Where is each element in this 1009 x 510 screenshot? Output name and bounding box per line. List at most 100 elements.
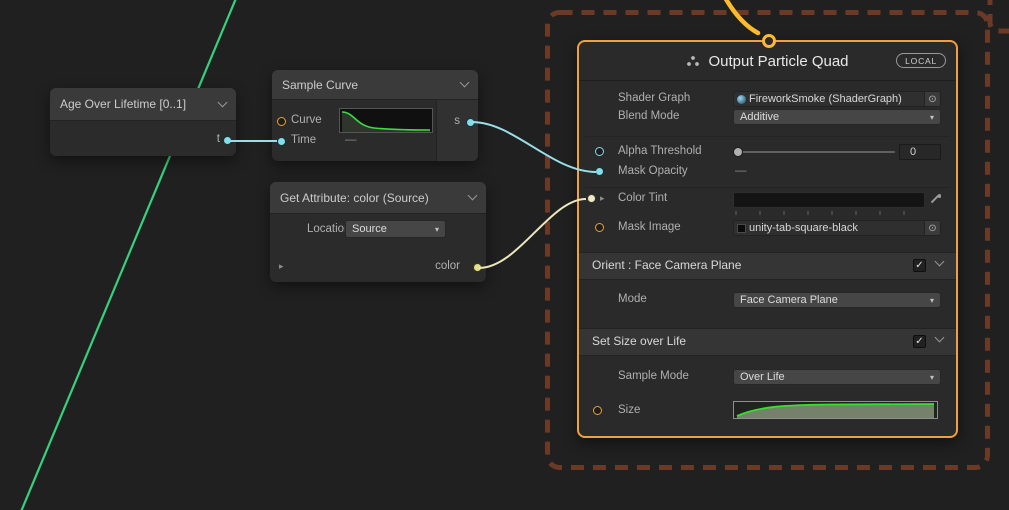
port-size-input[interactable] [593, 406, 602, 415]
size-curve-field[interactable] [733, 401, 938, 419]
size-label: Size [618, 404, 640, 416]
section-orient-header[interactable]: Orient : Face Camera Plane ✓ [579, 252, 956, 280]
location-label: Location [307, 223, 350, 235]
chevron-down-icon[interactable] [468, 191, 478, 201]
expander-icon[interactable]: ▸ [600, 193, 605, 204]
port-color-output[interactable] [473, 263, 482, 272]
port-mask-opacity-input[interactable] [595, 167, 604, 176]
node-header[interactable]: Sample Curve [272, 70, 478, 100]
node-header[interactable]: Age Over Lifetime [0..1] [50, 88, 236, 121]
row-alpha-threshold: Alpha Threshold 0 [579, 144, 956, 160]
time-label: Time [291, 134, 316, 146]
orient-enabled-checkbox[interactable]: ✓ [913, 259, 926, 272]
mask-image-label: Mask Image [618, 221, 681, 233]
expander-icon[interactable]: ▸ [279, 261, 284, 272]
output-label-s: s [454, 115, 460, 127]
orient-mode-value: Face Camera Plane [740, 294, 926, 306]
port-s-output[interactable] [466, 118, 475, 127]
blend-mode-label: Blend Mode [618, 110, 679, 122]
dropdown-arrow-icon: ▾ [930, 373, 934, 382]
location-value: Source [352, 223, 431, 235]
section-size-header[interactable]: Set Size over Life ✓ [579, 328, 956, 356]
chevron-down-icon[interactable] [460, 78, 470, 88]
row-size: Size [579, 401, 956, 419]
port-time-input[interactable] [277, 137, 286, 146]
color-tint-label: Color Tint [618, 192, 667, 204]
object-picker-icon[interactable]: ⊙ [924, 92, 940, 106]
shader-graph-value: FireworkSmoke (ShaderGraph) [746, 93, 924, 105]
sample-mode-dropdown[interactable]: Over Life ▾ [733, 369, 941, 385]
shader-graph-object-field[interactable]: FireworkSmoke (ShaderGraph) ⊙ [733, 91, 941, 107]
alpha-threshold-slider-track[interactable] [737, 151, 895, 153]
row-blend-mode: Blend Mode Additive ▾ [579, 109, 956, 125]
context-title-bar[interactable]: Output Particle Quad LOCAL [579, 42, 956, 81]
mask-image-value: unity-tab-square-black [746, 222, 924, 234]
mask-image-object-field[interactable]: unity-tab-square-black ⊙ [733, 220, 941, 236]
output-column [436, 100, 478, 161]
port-alpha-threshold-input[interactable] [595, 147, 604, 156]
blend-mode-dropdown[interactable]: Additive ▾ [733, 109, 941, 125]
size-curve-preview [734, 402, 937, 418]
location-dropdown[interactable]: Source ▾ [345, 220, 446, 238]
node-sample-curve[interactable]: Sample Curve Curve Time — s [272, 70, 478, 161]
sample-mode-label: Sample Mode [618, 370, 689, 382]
dropdown-arrow-icon: ▾ [930, 296, 934, 305]
shadergraph-icon [737, 95, 746, 104]
output-label-t: t [217, 133, 220, 145]
dropdown-arrow-icon: ▾ [435, 225, 439, 234]
mask-opacity-value: — [735, 165, 747, 177]
alpha-threshold-field[interactable]: 0 [899, 144, 941, 160]
node-title: Sample Curve [282, 78, 455, 92]
row-mask-image: Mask Image unity-tab-square-black ⊙ [579, 220, 956, 236]
size-enabled-checkbox[interactable]: ✓ [913, 335, 926, 348]
output-label-color: color [435, 260, 460, 272]
eyedropper-icon[interactable] [929, 193, 941, 205]
port-color-tint-input[interactable] [587, 194, 596, 203]
node-age-over-lifetime[interactable]: Age Over Lifetime [0..1] t [50, 88, 236, 156]
row-mask-opacity: Mask Opacity — [579, 164, 956, 180]
row-orient-mode: Mode Face Camera Plane ▾ [579, 292, 956, 308]
object-picker-icon[interactable]: ⊙ [924, 221, 940, 235]
edge-crossing-green[interactable] [20, 0, 237, 510]
curve-preview-field[interactable] [339, 108, 433, 133]
texture-icon [737, 224, 746, 233]
curve-label: Curve [291, 114, 322, 126]
section-size-title: Set Size over Life [592, 334, 686, 348]
time-value: — [345, 134, 357, 146]
node-get-attribute-color[interactable]: Get Attribute: color (Source) Location S… [270, 182, 486, 282]
node-title: Get Attribute: color (Source) [280, 191, 463, 205]
row-color-tint: ▸ Color Tint [579, 191, 956, 207]
mask-opacity-label: Mask Opacity [618, 165, 688, 177]
particles-icon [686, 55, 700, 67]
port-t-output[interactable] [223, 136, 232, 145]
divider [585, 187, 950, 188]
row-shader-graph: Shader Graph FireworkSmoke (ShaderGraph)… [579, 91, 956, 107]
edge-color-to-color-tint[interactable] [479, 199, 586, 268]
curve-decay-preview [340, 109, 432, 132]
row-sample-mode: Sample Mode Over Life ▾ [579, 369, 956, 385]
chevron-down-icon[interactable] [935, 333, 945, 343]
chevron-down-icon[interactable] [935, 257, 945, 267]
color-tint-gradient-field[interactable] [733, 192, 925, 208]
system-dashed-border-neighbor[interactable] [990, 0, 1009, 31]
gradient-stop-ticks [735, 211, 921, 215]
vfx-graph-canvas[interactable]: Age Over Lifetime [0..1] t Sample Curve … [0, 0, 1009, 510]
node-output-particle-quad[interactable]: Output Particle Quad LOCAL Shader Graph … [577, 40, 958, 438]
flow-edge-input[interactable] [723, 0, 758, 33]
orient-mode-label: Mode [618, 293, 647, 305]
context-title: Output Particle Quad [708, 53, 848, 70]
local-badge: LOCAL [896, 53, 946, 68]
alpha-threshold-label: Alpha Threshold [618, 145, 702, 157]
section-orient-title: Orient : Face Camera Plane [592, 258, 741, 272]
dropdown-arrow-icon: ▾ [930, 113, 934, 122]
blend-mode-value: Additive [740, 111, 926, 123]
shader-graph-label: Shader Graph [618, 92, 690, 104]
sample-mode-value: Over Life [740, 371, 926, 383]
orient-mode-dropdown[interactable]: Face Camera Plane ▾ [733, 292, 941, 308]
divider [585, 136, 950, 137]
port-curve-input[interactable] [277, 117, 286, 126]
node-header[interactable]: Get Attribute: color (Source) [270, 182, 486, 214]
alpha-threshold-slider-handle[interactable] [733, 147, 743, 157]
chevron-down-icon[interactable] [218, 97, 228, 107]
port-mask-image-input[interactable] [595, 223, 604, 232]
